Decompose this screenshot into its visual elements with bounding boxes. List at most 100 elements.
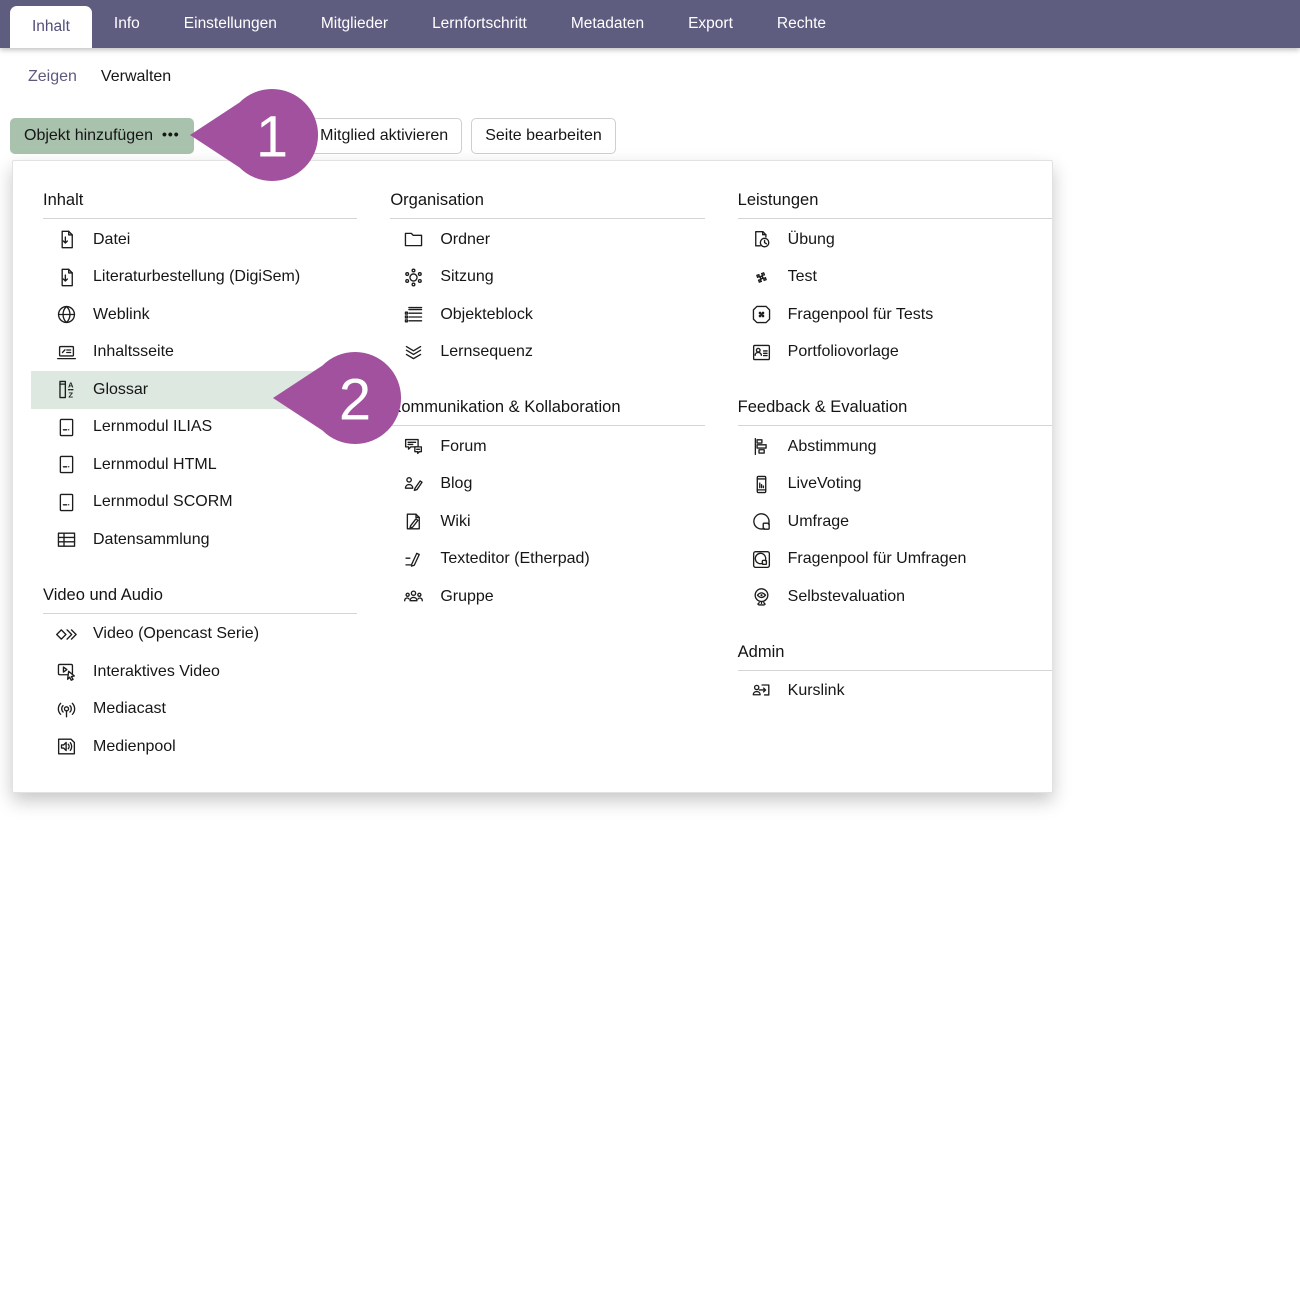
blog-icon [402,473,425,496]
view-switcher: Zeigen Verwalten [0,48,1300,86]
edit-page-label: Seite bearbeiten [485,127,602,144]
menu-item-umfrage[interactable]: Umfrage [738,503,1052,541]
menu-item-portfoliovorlage[interactable]: Portfoliovorlage [738,334,1052,372]
menu-item-label: Objekteblock [440,306,533,324]
menu-item-label: Mediacast [93,700,166,718]
data-table-icon [55,528,78,551]
globe-icon [55,303,78,326]
menu-item-video-opencast-serie[interactable]: Video (Opencast Serie) [43,616,357,654]
section-header-video-und-audio: Video und Audio [43,586,357,614]
menu-item-objekteblock[interactable]: Objekteblock [390,296,704,334]
menu-section-video-und-audio: Video und AudioVideo (Opencast Serie) Int… [43,586,357,766]
menu-item-label: Umfrage [788,513,849,531]
tab-inhalt[interactable]: Inhalt [10,6,92,48]
edit-page-button[interactable]: Seite bearbeiten [471,118,616,154]
self-evaluation-icon [750,585,773,608]
svg-text:Z: Z [68,391,73,400]
menu-item-ubung[interactable]: Übung [738,221,1052,259]
menu-item-fragenpool-fur-tests[interactable]: Fragenpool für Tests [738,296,1052,334]
menu-item-abstimmung[interactable]: Abstimmung [738,428,1052,466]
menu-item-label: Abstimmung [788,438,877,456]
menu-column-1: InhaltDateiLiteraturbestellung (DigiSem)… [43,191,357,766]
folder-icon [402,228,425,251]
menu-column-2: Organisation Ordner Sitzung Objekteblock Ler… [390,191,704,766]
menu-item-label: Übung [788,231,835,249]
menu-item-label: Portfoliovorlage [788,343,899,361]
add-object-dropdown: InhaltDateiLiteraturbestellung (DigiSem)… [12,160,1053,793]
etherpad-icon [402,548,425,571]
activate-member-label: s Mitglied aktivieren [308,127,449,144]
course-link-icon [750,680,773,703]
menu-item-selbstevaluation[interactable]: Selbstevaluation [738,578,1052,616]
tab-lernfortschritt[interactable]: Lernfortschritt [410,0,549,48]
glossary-icon: AZ [55,378,78,401]
menu-item-sitzung[interactable]: Sitzung [390,259,704,297]
menu-item-medienpool[interactable]: Medienpool [43,728,357,766]
menu-item-label: Glossar [93,381,148,399]
menu-item-lernmodul-scorm[interactable]: Lernmodul SCORM [43,484,357,522]
section-header-kommunikation-kollaboration: Kommunikation & Kollaboration [390,398,704,426]
menu-item-label: Literaturbestellung (DigiSem) [93,268,300,286]
menu-item-datei[interactable]: Datei [43,221,357,259]
section-header-organisation: Organisation [390,191,704,219]
tab-rechte[interactable]: Rechte [755,0,848,48]
menu-item-ordner[interactable]: Ordner [390,221,704,259]
menu-item-weblink[interactable]: Weblink [43,296,357,334]
menu-item-label: Lernmodul HTML [93,456,217,474]
poll-icon [750,435,773,458]
menu-item-label: Datensammlung [93,531,210,549]
file-download-icon [55,266,78,289]
test-icon [750,266,773,289]
menu-item-literaturbestellung-digisem[interactable]: Literaturbestellung (DigiSem) [43,259,357,297]
menu-item-label: Blog [440,475,472,493]
menu-item-label: Lernmodul ILIAS [93,418,212,436]
menu-item-interaktives-video[interactable]: Interaktives Video [43,653,357,691]
menu-item-fragenpool-fur-umfragen[interactable]: Fragenpool für Umfragen [738,541,1052,579]
annotation-pin-2: 2 [271,350,403,446]
view-verwalten[interactable]: Verwalten [101,68,171,86]
menu-item-label: Interaktives Video [93,663,220,681]
menu-item-lernsequenz[interactable]: Lernsequenz [390,334,704,372]
add-object-button[interactable]: Objekt hinzufügen ••• [10,118,194,154]
tab-export[interactable]: Export [666,0,755,48]
menu-item-texteditor-etherpad[interactable]: Texteditor (Etherpad) [390,541,704,579]
portfolio-template-icon [750,341,773,364]
menu-item-label: Ordner [440,231,490,249]
menu-item-label: Gruppe [440,588,493,606]
pin-2-number: 2 [339,368,371,433]
menu-section-organisation: Organisation Ordner Sitzung Objekteblock Ler… [390,191,704,371]
menu-item-label: Sitzung [440,268,493,286]
learning-module-icon [55,453,78,476]
menu-item-label: Wiki [440,513,470,531]
tab-einstellungen[interactable]: Einstellungen [162,0,299,48]
question-pool-survey-icon [750,548,773,571]
add-object-label: Objekt hinzufügen [24,126,153,146]
menu-item-test[interactable]: Test [738,259,1052,297]
menu-item-label: Lernsequenz [440,343,533,361]
pin-1-number: 1 [256,105,288,170]
learning-module-icon [55,416,78,439]
menu-item-mediacast[interactable]: Mediacast [43,691,357,729]
mediacast-icon [55,698,78,721]
menu-item-kurslink[interactable]: Kurslink [738,673,1052,711]
menu-item-datensammlung[interactable]: Datensammlung [43,521,357,559]
tab-mitglieder[interactable]: Mitglieder [299,0,410,48]
session-icon [402,266,425,289]
tab-metadaten[interactable]: Metadaten [549,0,666,48]
ellipsis-icon: ••• [162,124,180,144]
media-pool-icon [55,735,78,758]
menu-item-forum[interactable]: Forum [390,428,704,466]
live-voting-icon [750,473,773,496]
section-header-leistungen: Leistungen [738,191,1052,219]
menu-item-livevoting[interactable]: LiveVoting [738,466,1052,504]
view-zeigen[interactable]: Zeigen [28,68,77,86]
menu-item-label: Fragenpool für Tests [788,306,934,324]
menu-item-lernmodul-html[interactable]: Lernmodul HTML [43,446,357,484]
tab-info[interactable]: Info [92,0,162,48]
interactive-video-icon [55,660,78,683]
content-page-icon [55,341,78,364]
menu-item-wiki[interactable]: Wiki [390,503,704,541]
menu-item-gruppe[interactable]: Gruppe [390,578,704,616]
menu-item-blog[interactable]: Blog [390,466,704,504]
top-tab-bar: InhaltInfoEinstellungenMitgliederLernfor… [0,0,1300,48]
